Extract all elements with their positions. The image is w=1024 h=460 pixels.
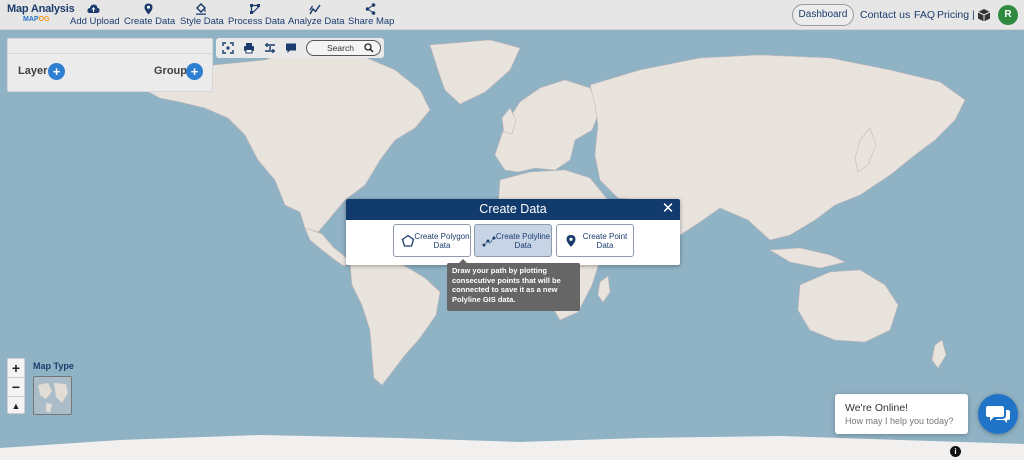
create-polygon-button[interactable]: Create Polygon Data xyxy=(393,224,471,257)
search-icon xyxy=(364,43,374,53)
map-type-label: Map Type xyxy=(33,361,74,371)
panel-divider xyxy=(8,53,212,54)
share-icon xyxy=(365,3,375,15)
brand-title: Map Analysis xyxy=(7,3,75,15)
chat-title: We're Online! xyxy=(845,402,909,414)
cube-icon[interactable] xyxy=(977,8,991,22)
zoom-control: + − ▲ xyxy=(7,358,25,414)
brand-sub-suffix: OG xyxy=(38,16,50,23)
create-point-button[interactable]: Create Point Data xyxy=(556,224,634,257)
zoom-in-button[interactable]: + xyxy=(8,359,24,377)
search-input[interactable]: Search xyxy=(306,40,381,56)
nav-label: Style Data xyxy=(180,16,224,27)
nav-label: Create Data xyxy=(124,16,176,27)
land-central-america xyxy=(304,227,351,267)
faq-link[interactable]: FAQ xyxy=(914,9,935,21)
tooltip-arrow xyxy=(459,259,467,263)
nav-label: Analyze Data xyxy=(288,16,345,27)
tooltip-text: Draw your path by plotting consecutive p… xyxy=(452,266,561,304)
land-south-america xyxy=(349,255,441,386)
land-madagascar xyxy=(597,275,611,303)
polyline-icon xyxy=(482,236,496,247)
land-antarctica xyxy=(0,435,1024,460)
user-avatar[interactable]: R xyxy=(998,5,1018,25)
brand-subtitle: MAPOG xyxy=(23,16,49,23)
add-layer-button[interactable]: + xyxy=(48,63,65,80)
close-icon[interactable]: ✕ xyxy=(661,201,675,216)
layer-label: Layer xyxy=(18,65,48,77)
polygon-icon xyxy=(401,234,415,247)
map-pin-icon xyxy=(144,3,152,15)
nav-label: Process Data xyxy=(228,16,286,27)
nav-create-data[interactable]: Create Data xyxy=(124,3,176,29)
chat-launcher-button[interactable] xyxy=(978,394,1018,434)
contact-us-link[interactable]: Contact us xyxy=(860,9,910,21)
info-icon[interactable]: i xyxy=(950,446,961,457)
nav-label: Share Map xyxy=(348,16,395,27)
map-thumbnail-image xyxy=(38,383,68,413)
land-new-zealand xyxy=(931,339,947,369)
top-navbar: Map Analysis MAPOG Add Upload Create Dat… xyxy=(0,0,1024,30)
chat-popup[interactable]: We're Online! How may I help you today? xyxy=(835,394,968,434)
nav-add-upload[interactable]: Add Upload xyxy=(70,3,120,29)
land-australia xyxy=(797,269,899,343)
map-marker-icon xyxy=(566,235,576,247)
create-data-modal: Create Data ✕ Create Polygon Data Create… xyxy=(346,199,680,265)
process-icon xyxy=(250,4,260,14)
nav-style-data[interactable]: Style Data xyxy=(180,3,224,29)
land-greenland xyxy=(429,39,521,105)
chat-subtitle: How may I help you today? xyxy=(845,416,954,426)
chat-icon xyxy=(986,406,1010,423)
brand-logo[interactable]: Map Analysis MAPOG xyxy=(7,3,75,27)
search-placeholder: Search xyxy=(327,43,354,53)
nav-analyze-data[interactable]: Analyze Data xyxy=(288,3,345,29)
zoom-out-button[interactable]: − xyxy=(8,377,24,395)
land-indonesia xyxy=(769,247,846,269)
modal-header: Create Data ✕ xyxy=(346,199,680,220)
brand-sub-prefix: MAP xyxy=(23,16,39,23)
add-group-button[interactable]: + xyxy=(186,63,203,80)
print-icon[interactable] xyxy=(243,42,255,54)
measure-icon[interactable] xyxy=(264,42,276,54)
create-polyline-button[interactable]: Create Polyline Data xyxy=(474,224,552,257)
option-label: Create Polyline Data xyxy=(495,232,551,250)
nav-share-map[interactable]: Share Map xyxy=(348,3,395,29)
map-type-thumbnail[interactable] xyxy=(33,376,72,415)
nav-label: Add Upload xyxy=(70,16,120,27)
analyze-icon xyxy=(309,4,321,15)
group-label: Group xyxy=(154,65,187,77)
map-toolbar: Search xyxy=(216,38,384,58)
option-label: Create Polygon Data xyxy=(414,232,470,250)
modal-title: Create Data xyxy=(479,202,547,216)
layer-panel: Layer + Group + xyxy=(7,38,213,92)
dashboard-button[interactable]: Dashboard xyxy=(792,4,854,26)
nav-process-data[interactable]: Process Data xyxy=(228,3,286,29)
paint-bucket-icon xyxy=(195,3,207,15)
pricing-link[interactable]: Pricing | xyxy=(937,9,975,21)
fullscreen-icon[interactable] xyxy=(222,42,234,54)
comment-icon[interactable] xyxy=(285,42,297,54)
option-label: Create Point Data xyxy=(582,232,628,250)
compass-reset-button[interactable]: ▲ xyxy=(8,396,24,414)
cloud-upload-icon xyxy=(86,4,100,13)
polyline-tooltip: Draw your path by plotting consecutive p… xyxy=(447,259,580,311)
